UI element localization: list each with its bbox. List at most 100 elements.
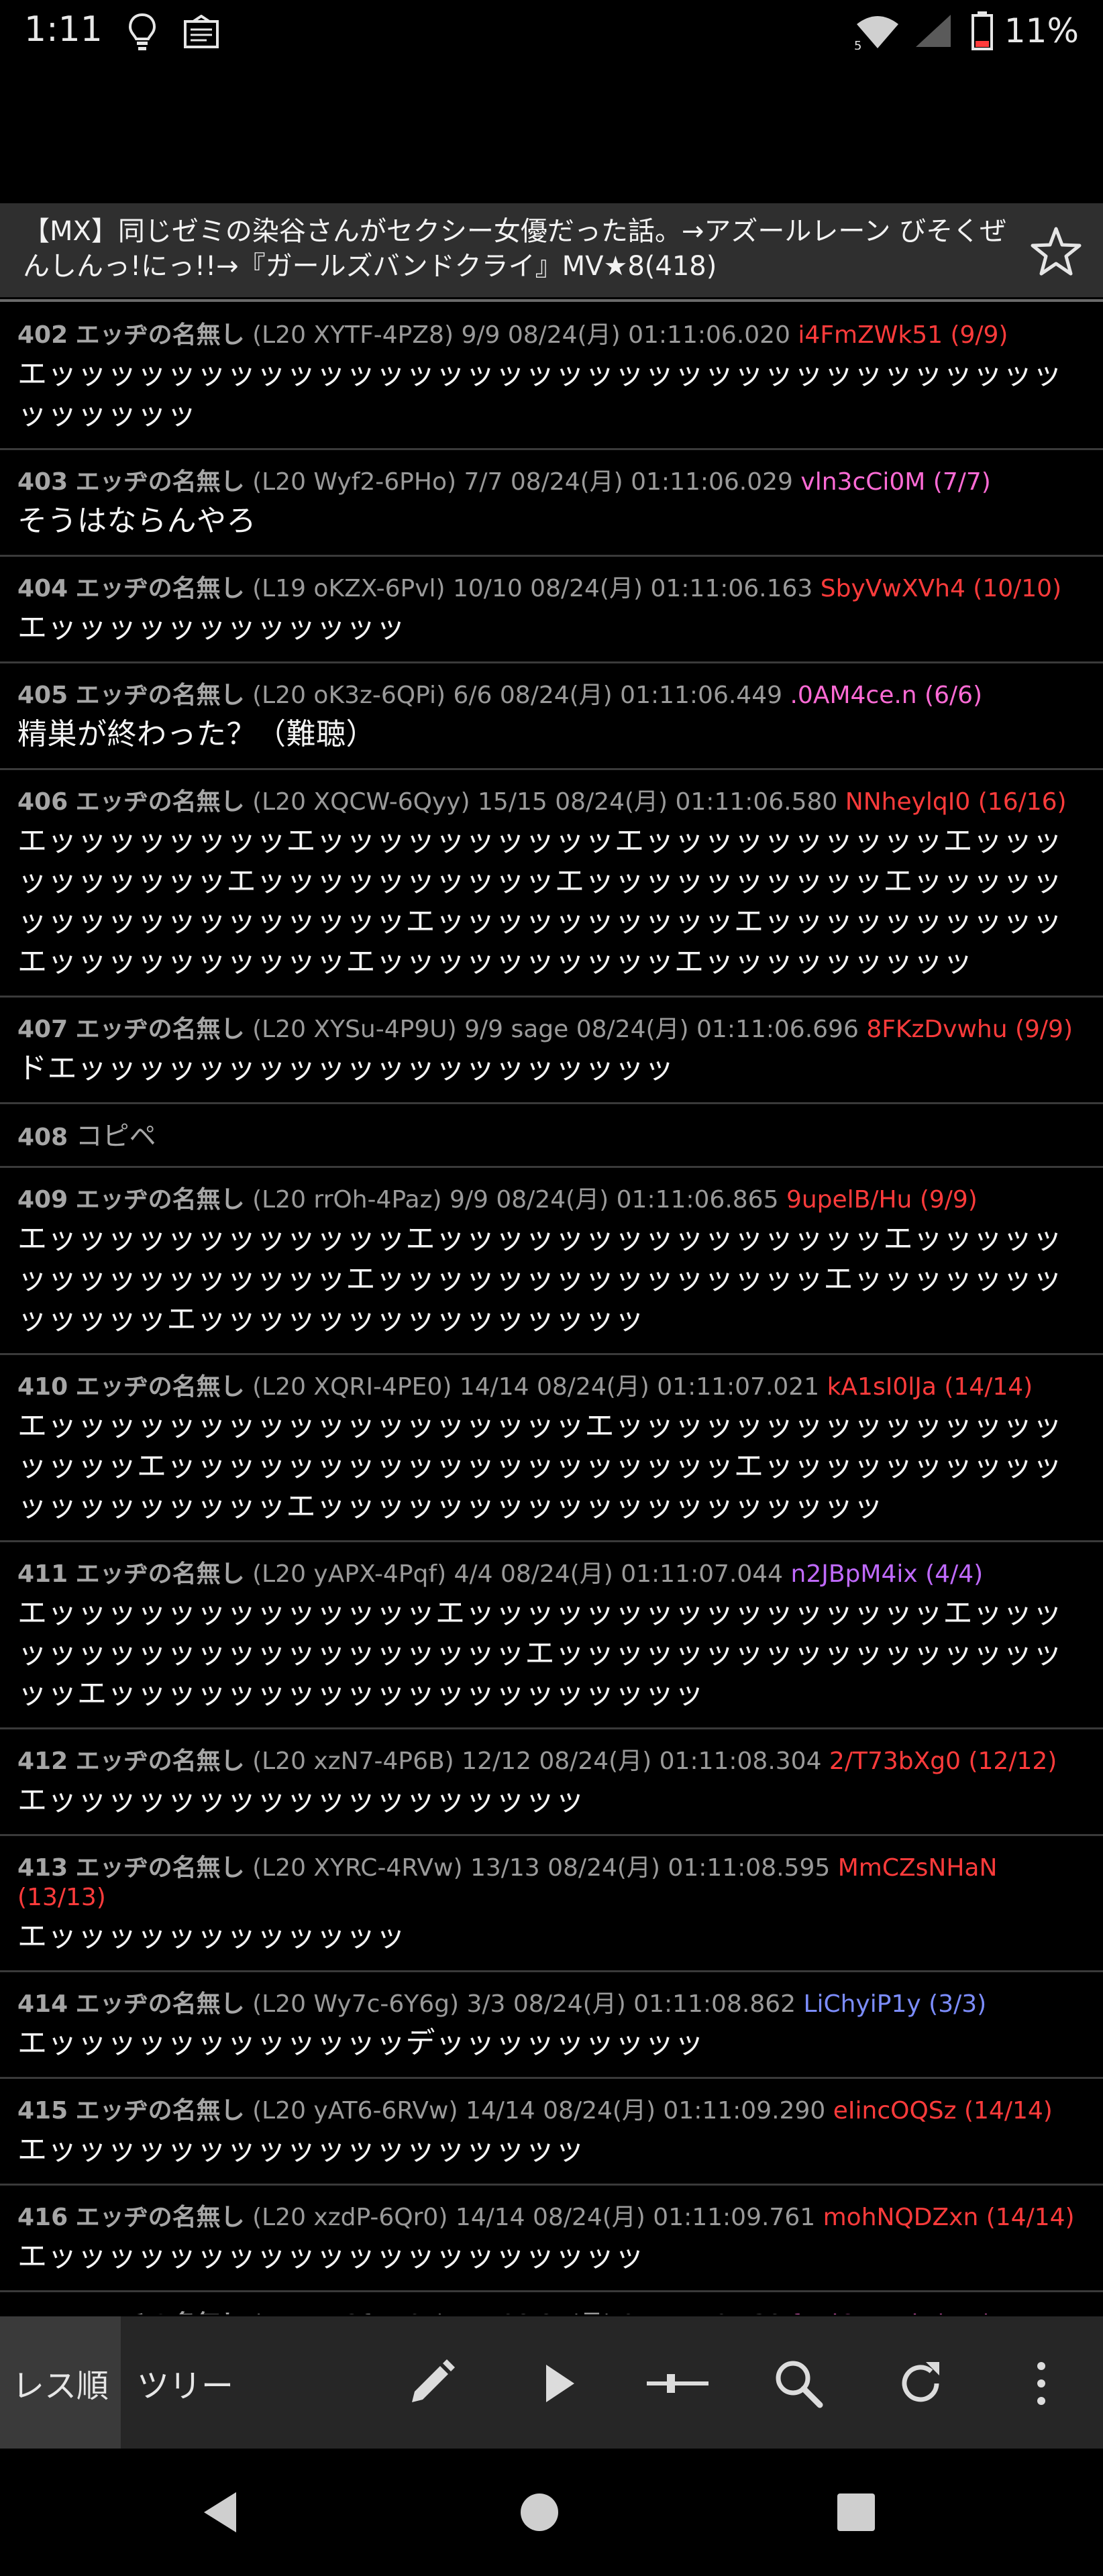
post-meta: (L20 Wyf2-6PHo) 7/7 08/24(月) 01:11:06.02… xyxy=(252,468,793,496)
post-body: 精巣が終わった？（難聴） xyxy=(17,717,376,751)
post-item[interactable]: 413 エッヂの名無し (L20 XYRC-4RVw) 13/13 08/24(… xyxy=(0,1836,1103,1972)
post-meta: (L20 yAPX-4Pqf) 4/4 08/24(月) 01:11:07.04… xyxy=(252,1560,784,1588)
post-header: 405 エッヂの名無し (L20 oK3z-6QPi) 6/6 08/24(月)… xyxy=(17,681,1086,710)
post-item[interactable]: 417 エッヂの名無し (L11 xxOf-4P0v) 7/7 08/24(月)… xyxy=(0,2292,1103,2314)
cast-icon xyxy=(184,15,219,48)
post-id[interactable]: SbyVwXVh4 (10/10) xyxy=(821,575,1061,602)
post-author-name: エッヂの名無し xyxy=(75,1016,245,1043)
post-number[interactable]: 407 xyxy=(17,1016,68,1043)
post-number[interactable]: 417 xyxy=(17,2310,68,2314)
post-body: エッッッッッッッッッッッッデッッッッッッッッッ xyxy=(17,2026,704,2060)
post-number[interactable]: 406 xyxy=(17,788,68,816)
post-number[interactable]: 410 xyxy=(17,1373,68,1401)
post-number[interactable]: 402 xyxy=(17,321,68,349)
post-number[interactable]: 414 xyxy=(17,1990,68,2018)
lightbulb-icon xyxy=(128,13,156,50)
post-author-name: エッヂの名無し xyxy=(75,1748,245,1775)
post-header: 406 エッヂの名無し (L20 XQCW-6Qyy) 15/15 08/24(… xyxy=(17,788,1086,817)
post-item[interactable]: 412 エッヂの名無し (L20 xzN7-4P6B) 12/12 08/24(… xyxy=(0,1729,1103,1836)
post-item[interactable]: 405 エッヂの名無し (L20 oK3z-6QPi) 6/6 08/24(月)… xyxy=(0,663,1103,770)
post-author-name: エッヂの名無し xyxy=(75,788,245,816)
post-item[interactable]: 416 エッヂの名無し (L20 xzdP-6Qr0) 14/14 08/24(… xyxy=(0,2186,1103,2292)
post-header: 402 エッヂの名無し (L20 XYTF-4PZ8) 9/9 08/24(月)… xyxy=(17,321,1086,350)
post-id[interactable]: NNheylqI0 (16/16) xyxy=(845,788,1067,816)
post-id[interactable]: 8FKzDvwhu (9/9) xyxy=(866,1016,1073,1043)
post-number[interactable]: 409 xyxy=(17,1186,68,1214)
refresh-icon[interactable] xyxy=(892,2355,949,2412)
post-body: エッッッッッッッッッッッッ xyxy=(17,1919,406,1953)
play-icon[interactable] xyxy=(530,2355,586,2412)
cell-signal-icon xyxy=(915,15,951,47)
recents-icon[interactable] xyxy=(829,2485,883,2539)
post-header: 415 エッヂの名無し (L20 yAT6-6RVw) 14/14 08/24(… xyxy=(17,2096,1086,2126)
post-header: 413 エッヂの名無し (L20 XYRC-4RVw) 13/13 08/24(… xyxy=(17,1854,1086,1913)
post-number[interactable]: 403 xyxy=(17,468,68,496)
post-id[interactable]: kA1sI0lJa (14/14) xyxy=(827,1373,1033,1401)
post-body: エッッッッッッッッッッッッッッッッッッ xyxy=(17,2133,585,2167)
post-id[interactable]: mohNQDZxn (14/14) xyxy=(823,2204,1075,2231)
post-id[interactable]: LiChyiP1y (3/3) xyxy=(803,1990,986,2018)
post-item[interactable]: 402 エッヂの名無し (L20 XYTF-4PZ8) 9/9 08/24(月)… xyxy=(0,303,1103,450)
post-item[interactable]: 409 エッヂの名無し (L20 rrOh-4Paz) 9/9 08/24(月)… xyxy=(0,1168,1103,1355)
post-number[interactable]: 413 xyxy=(17,1854,68,1882)
more-vert-icon[interactable] xyxy=(1013,2355,1069,2412)
post-author-name: エッヂの名無し xyxy=(75,2097,245,2125)
post-meta: (L20 xzN7-4P6B) 12/12 08/24(月) 01:11:08.… xyxy=(252,1748,822,1775)
post-body: エッッッッッッッッッッッッッッッッッッッッ xyxy=(17,2239,645,2273)
post-item[interactable]: 406 エッヂの名無し (L20 XQCW-6Qyy) 15/15 08/24(… xyxy=(0,770,1103,998)
tab-res-order[interactable]: レス順 xyxy=(0,2316,121,2449)
post-number[interactable]: 405 xyxy=(17,682,68,709)
post-number[interactable]: 412 xyxy=(17,1748,68,1775)
post-item[interactable]: 407 エッヂの名無し (L20 XYSu-4P9U) 9/9 sage 08/… xyxy=(0,998,1103,1104)
post-id[interactable]: fUelQgmub (7/7) xyxy=(790,2310,992,2314)
post-item[interactable]: 411 エッヂの名無し (L20 yAPX-4Pqf) 4/4 08/24(月)… xyxy=(0,1542,1103,1729)
battery-icon xyxy=(971,11,993,50)
post-author-name: エッヂの名無し xyxy=(75,682,245,709)
post-id[interactable]: .0AM4ce.n (6/6) xyxy=(790,682,982,709)
post-list[interactable]: 402 エッヂの名無し (L20 XYTF-4PZ8) 9/9 08/24(月)… xyxy=(0,303,1103,2314)
slider-icon[interactable] xyxy=(644,2355,711,2412)
post-meta: (L20 xzdP-6Qr0) 14/14 08/24(月) 01:11:09.… xyxy=(252,2204,816,2231)
post-number[interactable]: 404 xyxy=(17,575,68,602)
post-body: エッッッッッッッッッッッッッエッッッッッッッッッッッッッッッッエッッッッッッッッ… xyxy=(17,1596,1063,1711)
post-number[interactable]: 411 xyxy=(17,1560,68,1588)
post-header: 414 エッヂの名無し (L20 Wy7c-6Y6g) 3/3 08/24(月)… xyxy=(17,1990,1086,2019)
post-header: 404 エッヂの名無し (L19 oKZX-6Pvl) 10/10 08/24(… xyxy=(17,574,1086,604)
post-meta: (L20 XQCW-6Qyy) 15/15 08/24(月) 01:11:06.… xyxy=(252,788,838,816)
post-id[interactable]: i4FmZWk51 (9/9) xyxy=(798,321,1008,349)
post-id[interactable]: eIincOQSz (14/14) xyxy=(833,2097,1053,2125)
back-icon[interactable] xyxy=(195,2485,248,2539)
post-meta: (L20 XYTF-4PZ8) 9/9 08/24(月) 01:11:06.02… xyxy=(252,321,790,349)
home-icon[interactable] xyxy=(513,2485,566,2539)
post-author-name: エッヂの名無し xyxy=(75,575,245,602)
post-number[interactable]: 416 xyxy=(17,2204,68,2231)
thread-title[interactable]: 【MX】同じゼミの染谷さんがセクシー女優だった話。→アズールレーン びそくぜんし… xyxy=(23,214,1022,284)
post-item[interactable]: 404 エッヂの名無し (L19 oKZX-6Pvl) 10/10 08/24(… xyxy=(0,557,1103,663)
post-id[interactable]: vln3cCi0M (7/7) xyxy=(800,468,990,496)
post-id[interactable]: 2/T73bXg0 (12/12) xyxy=(829,1748,1057,1775)
title-divider xyxy=(0,299,1103,302)
post-number[interactable]: 408 xyxy=(17,1124,68,1151)
post-body: エッッッッッッッッッッッッッッッッッッ xyxy=(17,1783,585,1817)
post-id[interactable]: 9upelB/Hu (9/9) xyxy=(786,1186,978,1214)
post-body: エッッッッッッッッッッッッッッッッッッッッッッッッッッッッッッッッッッッッッッッ… xyxy=(17,357,1063,431)
post-number[interactable]: 415 xyxy=(17,2097,68,2125)
post-meta: (L20 rrOh-4Paz) 9/9 08/24(月) 01:11:06.86… xyxy=(252,1186,779,1214)
post-header: 403 エッヂの名無し (L20 Wyf2-6PHo) 7/7 08/24(月)… xyxy=(17,468,1086,497)
status-bar: 1:11 5 11% xyxy=(0,0,1103,64)
post-body: そうはならんやろ xyxy=(17,504,256,538)
battery-percent: 11% xyxy=(1004,11,1079,50)
post-item[interactable]: 408 コピペ xyxy=(0,1104,1103,1168)
post-item[interactable]: 410 エッヂの名無し (L20 XQRI-4PE0) 14/14 08/24(… xyxy=(0,1355,1103,1542)
search-icon[interactable] xyxy=(770,2355,827,2412)
post-header: 407 エッヂの名無し (L20 XYSu-4P9U) 9/9 sage 08/… xyxy=(17,1015,1086,1044)
bottom-toolbar: レス順 ツリー xyxy=(0,2316,1103,2449)
post-id[interactable]: n2JBpM4ix (4/4) xyxy=(791,1560,984,1588)
post-item[interactable]: 403 エッヂの名無し (L20 Wyf2-6PHo) 7/7 08/24(月)… xyxy=(0,450,1103,557)
pencil-icon[interactable] xyxy=(403,2355,459,2412)
post-item[interactable]: 414 エッヂの名無し (L20 Wy7c-6Y6g) 3/3 08/24(月)… xyxy=(0,1972,1103,2079)
android-nav-bar xyxy=(0,2449,1103,2576)
post-item[interactable]: 415 エッヂの名無し (L20 yAT6-6RVw) 14/14 08/24(… xyxy=(0,2079,1103,2186)
star-icon[interactable] xyxy=(1029,225,1083,278)
tab-tree[interactable]: ツリー xyxy=(137,2316,233,2449)
